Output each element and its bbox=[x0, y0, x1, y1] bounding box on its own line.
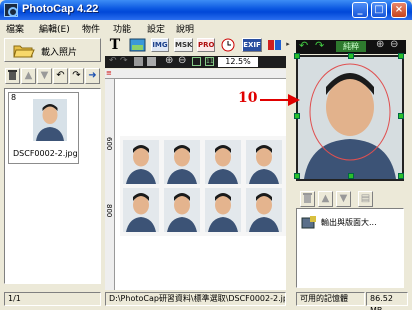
mask-tool-button[interactable]: MSK bbox=[174, 38, 193, 52]
paste-icon[interactable] bbox=[147, 57, 156, 66]
menu-help[interactable]: 說明 bbox=[176, 22, 194, 35]
undo-button[interactable]: ↶ bbox=[109, 56, 117, 66]
window-title: PhotoCap 4.22 bbox=[22, 3, 99, 15]
rotate-left-button[interactable]: ↶ bbox=[53, 68, 68, 84]
selected-photo bbox=[298, 57, 402, 179]
img-tool-button[interactable]: IMG bbox=[151, 38, 169, 52]
memory-value: 86.52 MB bbox=[366, 292, 408, 310]
zoom-in-icon[interactable]: ⊕ bbox=[165, 55, 173, 66]
fit-window-icon[interactable] bbox=[192, 57, 201, 66]
trash-icon bbox=[303, 193, 312, 203]
ruler-top: ≡ bbox=[105, 69, 286, 79]
photo-tile bbox=[164, 140, 200, 184]
delete-button[interactable] bbox=[5, 68, 20, 84]
zoom-in-edit-icon[interactable]: ⊕ bbox=[376, 39, 384, 50]
left-status: 1/1 bbox=[4, 292, 101, 306]
zoom-out-icon[interactable]: ⊖ bbox=[178, 55, 186, 66]
photo-grid bbox=[120, 136, 286, 236]
photo-tile bbox=[123, 140, 159, 184]
delete-output-button[interactable] bbox=[300, 191, 315, 207]
paint-icon[interactable] bbox=[266, 38, 284, 52]
load-photo-button[interactable]: 載入照片 bbox=[4, 38, 101, 62]
menu-object[interactable]: 物件 bbox=[82, 22, 100, 35]
close-button[interactable]: × bbox=[391, 2, 407, 18]
ruler-label-600: 600 bbox=[105, 137, 113, 151]
resize-handle[interactable] bbox=[398, 173, 404, 179]
resize-handle[interactable] bbox=[348, 53, 354, 59]
redo-edit-button[interactable]: ↷ bbox=[315, 39, 324, 52]
copy-icon[interactable] bbox=[134, 57, 143, 66]
thumbnail-filename: DSCF0002-2.jpg bbox=[13, 149, 78, 158]
resize-handle[interactable] bbox=[294, 53, 300, 59]
output-item[interactable]: 輸出與版面大... bbox=[301, 215, 401, 231]
menu-file[interactable]: 檔案 bbox=[6, 22, 24, 35]
menu-function[interactable]: 功能 bbox=[113, 22, 131, 35]
rotate-right-button[interactable]: ↷ bbox=[69, 68, 84, 84]
pro-tool-button[interactable]: PRO bbox=[197, 38, 215, 52]
menu-bar: 檔案 編輯(E) 物件 功能 設定 說明 bbox=[0, 20, 412, 35]
output-settings-button[interactable]: ▤ bbox=[358, 191, 373, 207]
move-down-button[interactable]: ▼ bbox=[37, 68, 52, 84]
edit-toolbar: ↶ ↷ 純粹 ⊕ ⊖ bbox=[296, 39, 406, 54]
title-bar: PhotoCap 4.22 _ □ × bbox=[0, 0, 412, 20]
toolbar-more-arrow-icon[interactable]: ▸ bbox=[285, 38, 291, 52]
thumbnail-item[interactable]: 8 DSCF0002-2.jpg bbox=[8, 92, 79, 164]
ruler-left: 600 800 bbox=[105, 79, 115, 290]
ruler-unit-mark: ≡ bbox=[106, 69, 112, 77]
exif-tool-button[interactable]: EXIF bbox=[242, 38, 262, 52]
ruler-label-800: 800 bbox=[105, 204, 113, 218]
image-tool-icon[interactable] bbox=[129, 38, 146, 52]
output-list: 輸出與版面大... bbox=[296, 208, 404, 288]
move-up-button[interactable]: ▲ bbox=[21, 68, 36, 84]
app-icon bbox=[4, 3, 18, 17]
undo-edit-button[interactable]: ↶ bbox=[299, 39, 308, 52]
file-path-status: D:\PhotoCap研習資料\標準選取\DSCF0002-2.jpg bbox=[105, 292, 286, 306]
export-button[interactable]: ➜ bbox=[85, 68, 100, 84]
edit-canvas[interactable] bbox=[294, 53, 404, 181]
actual-size-icon[interactable]: 11 bbox=[205, 57, 214, 66]
zoom-out-edit-icon[interactable]: ⊖ bbox=[390, 39, 398, 50]
maximize-button[interactable]: □ bbox=[371, 2, 387, 18]
output-layout-icon bbox=[301, 216, 316, 229]
photo-tile bbox=[205, 188, 241, 232]
photo-tile bbox=[123, 188, 159, 232]
folder-open-icon bbox=[13, 45, 35, 58]
photo-tile bbox=[246, 140, 282, 184]
thumbnail-index: 8 bbox=[11, 93, 17, 102]
resize-handle[interactable] bbox=[398, 113, 404, 119]
text-tool-button[interactable]: T bbox=[108, 38, 122, 52]
select-mode-dropdown[interactable]: 純粹 bbox=[336, 41, 366, 52]
thumbnail-image bbox=[33, 99, 67, 141]
secondary-toolbar: ↶ ↷ ⊕ ⊖ 11 12.5% bbox=[105, 55, 286, 68]
trash-icon bbox=[8, 70, 17, 80]
zoom-level[interactable]: 12.5% bbox=[218, 57, 258, 67]
output-item-label: 輸出與版面大... bbox=[321, 218, 377, 227]
menu-settings[interactable]: 設定 bbox=[147, 22, 165, 35]
redo-button[interactable]: ↷ bbox=[120, 56, 128, 66]
resize-handle[interactable] bbox=[398, 53, 404, 59]
photo-tile bbox=[164, 188, 200, 232]
resize-handle[interactable] bbox=[294, 113, 300, 119]
annotation-number: 10 bbox=[238, 90, 258, 106]
output-up-button[interactable]: ▲ bbox=[318, 191, 333, 207]
annotation-arrow-icon bbox=[260, 94, 300, 106]
resize-handle[interactable] bbox=[348, 173, 354, 179]
minimize-button[interactable]: _ bbox=[352, 2, 368, 18]
photo-tile bbox=[246, 188, 282, 232]
resize-handle[interactable] bbox=[294, 173, 300, 179]
clock-icon[interactable] bbox=[220, 38, 236, 52]
load-photo-label: 載入照片 bbox=[41, 48, 78, 58]
photo-tile bbox=[205, 140, 241, 184]
menu-edit[interactable]: 編輯(E) bbox=[39, 22, 70, 35]
memory-label: 可用的記憶體 bbox=[296, 292, 365, 306]
output-down-button[interactable]: ▼ bbox=[336, 191, 351, 207]
thumbnail-list: 8 DSCF0002-2.jpg bbox=[4, 88, 101, 284]
